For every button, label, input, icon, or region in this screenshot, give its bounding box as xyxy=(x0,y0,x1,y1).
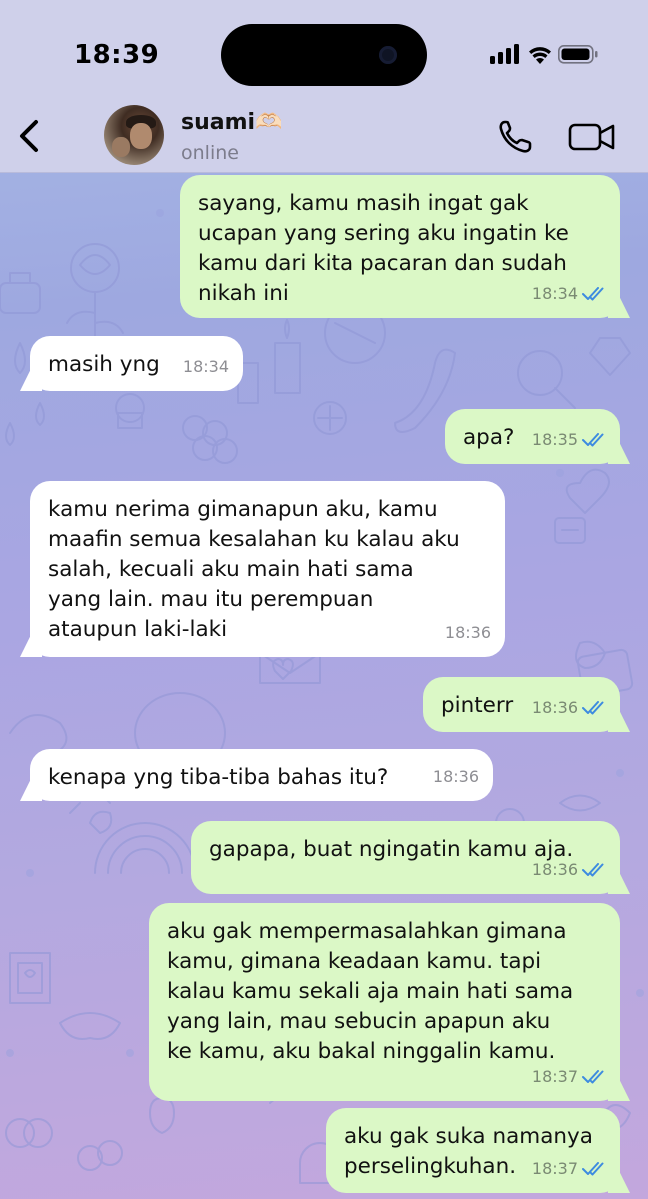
read-double-check-icon xyxy=(582,433,604,447)
message-text: kenapa yng tiba-tiba bahas itu? xyxy=(48,765,389,790)
message-bubble-outgoing[interactable]: gapapa, buat ngingatin kamu aja. 18:36 xyxy=(191,821,620,894)
read-double-check-icon xyxy=(582,863,604,877)
message-meta: 18:37 xyxy=(532,1062,606,1092)
back-chevron-icon[interactable] xyxy=(12,116,48,156)
message-bubble-outgoing[interactable]: apa? 18:35 xyxy=(445,409,620,464)
message-bubble-incoming[interactable]: kamu nerima gimanapun aku, kamu maafin s… xyxy=(30,481,505,657)
message-meta: 18:36 xyxy=(532,693,606,723)
message-bubble-outgoing[interactable]: aku gak mempermasalahkan gimana kamu, gi… xyxy=(149,903,620,1101)
message-time: 18:35 xyxy=(531,430,578,449)
message-bubble-incoming[interactable]: masih yng 18:34 xyxy=(30,336,243,391)
message-bubble-outgoing[interactable]: pinterr 18:36 xyxy=(423,677,620,732)
read-double-check-icon xyxy=(582,1070,604,1084)
status-icons xyxy=(490,44,598,64)
dynamic-island xyxy=(221,24,427,86)
phone-call-icon[interactable] xyxy=(496,118,536,156)
camera-dot xyxy=(379,46,397,64)
chat-area[interactable]: sayang, kamu masih ingat gak ucapan yang… xyxy=(0,173,648,1199)
wifi-icon xyxy=(529,47,551,64)
message-meta: 18:34 xyxy=(532,279,606,309)
status-time: 18:39 xyxy=(74,40,160,70)
chat-header: suami🫶🏻 online xyxy=(0,100,648,173)
read-double-check-icon xyxy=(582,1162,604,1176)
message-time: 18:36 xyxy=(432,767,479,786)
read-double-check-icon xyxy=(582,701,604,715)
message-meta: 18:37 xyxy=(532,1154,606,1184)
message-time: 18:36 xyxy=(531,698,578,717)
message-meta: 18:36 xyxy=(445,618,491,648)
signal-icon xyxy=(490,44,519,64)
message-text: kamu nerima gimanapun aku, kamu maafin s… xyxy=(48,497,460,642)
message-time: 18:36 xyxy=(444,623,491,642)
message-bubble-outgoing[interactable]: aku gak suka namanya perselingkuhan. 18:… xyxy=(326,1108,620,1193)
message-time: 18:36 xyxy=(531,860,578,879)
message-time: 18:37 xyxy=(531,1159,578,1178)
contact-avatar[interactable] xyxy=(104,105,164,165)
message-time: 18:34 xyxy=(182,357,229,376)
message-time: 18:37 xyxy=(531,1067,578,1086)
message-meta: 18:36 xyxy=(433,762,479,792)
battery-icon xyxy=(558,45,598,64)
contact-status: online xyxy=(181,142,239,164)
read-double-check-icon xyxy=(582,287,604,301)
message-bubble-incoming[interactable]: kenapa yng tiba-tiba bahas itu? 18:36 xyxy=(30,749,493,801)
status-bar: 18:39 xyxy=(0,0,648,100)
video-call-icon[interactable] xyxy=(568,120,616,154)
contact-name[interactable]: suami🫶🏻 xyxy=(181,110,282,135)
message-meta: 18:36 xyxy=(532,855,606,885)
message-meta: 18:34 xyxy=(183,352,229,382)
message-meta: 18:35 xyxy=(532,425,606,455)
message-time: 18:34 xyxy=(531,284,578,303)
message-text: aku gak mempermasalahkan gimana kamu, gi… xyxy=(167,919,574,1064)
message-bubble-outgoing[interactable]: sayang, kamu masih ingat gak ucapan yang… xyxy=(180,175,620,318)
